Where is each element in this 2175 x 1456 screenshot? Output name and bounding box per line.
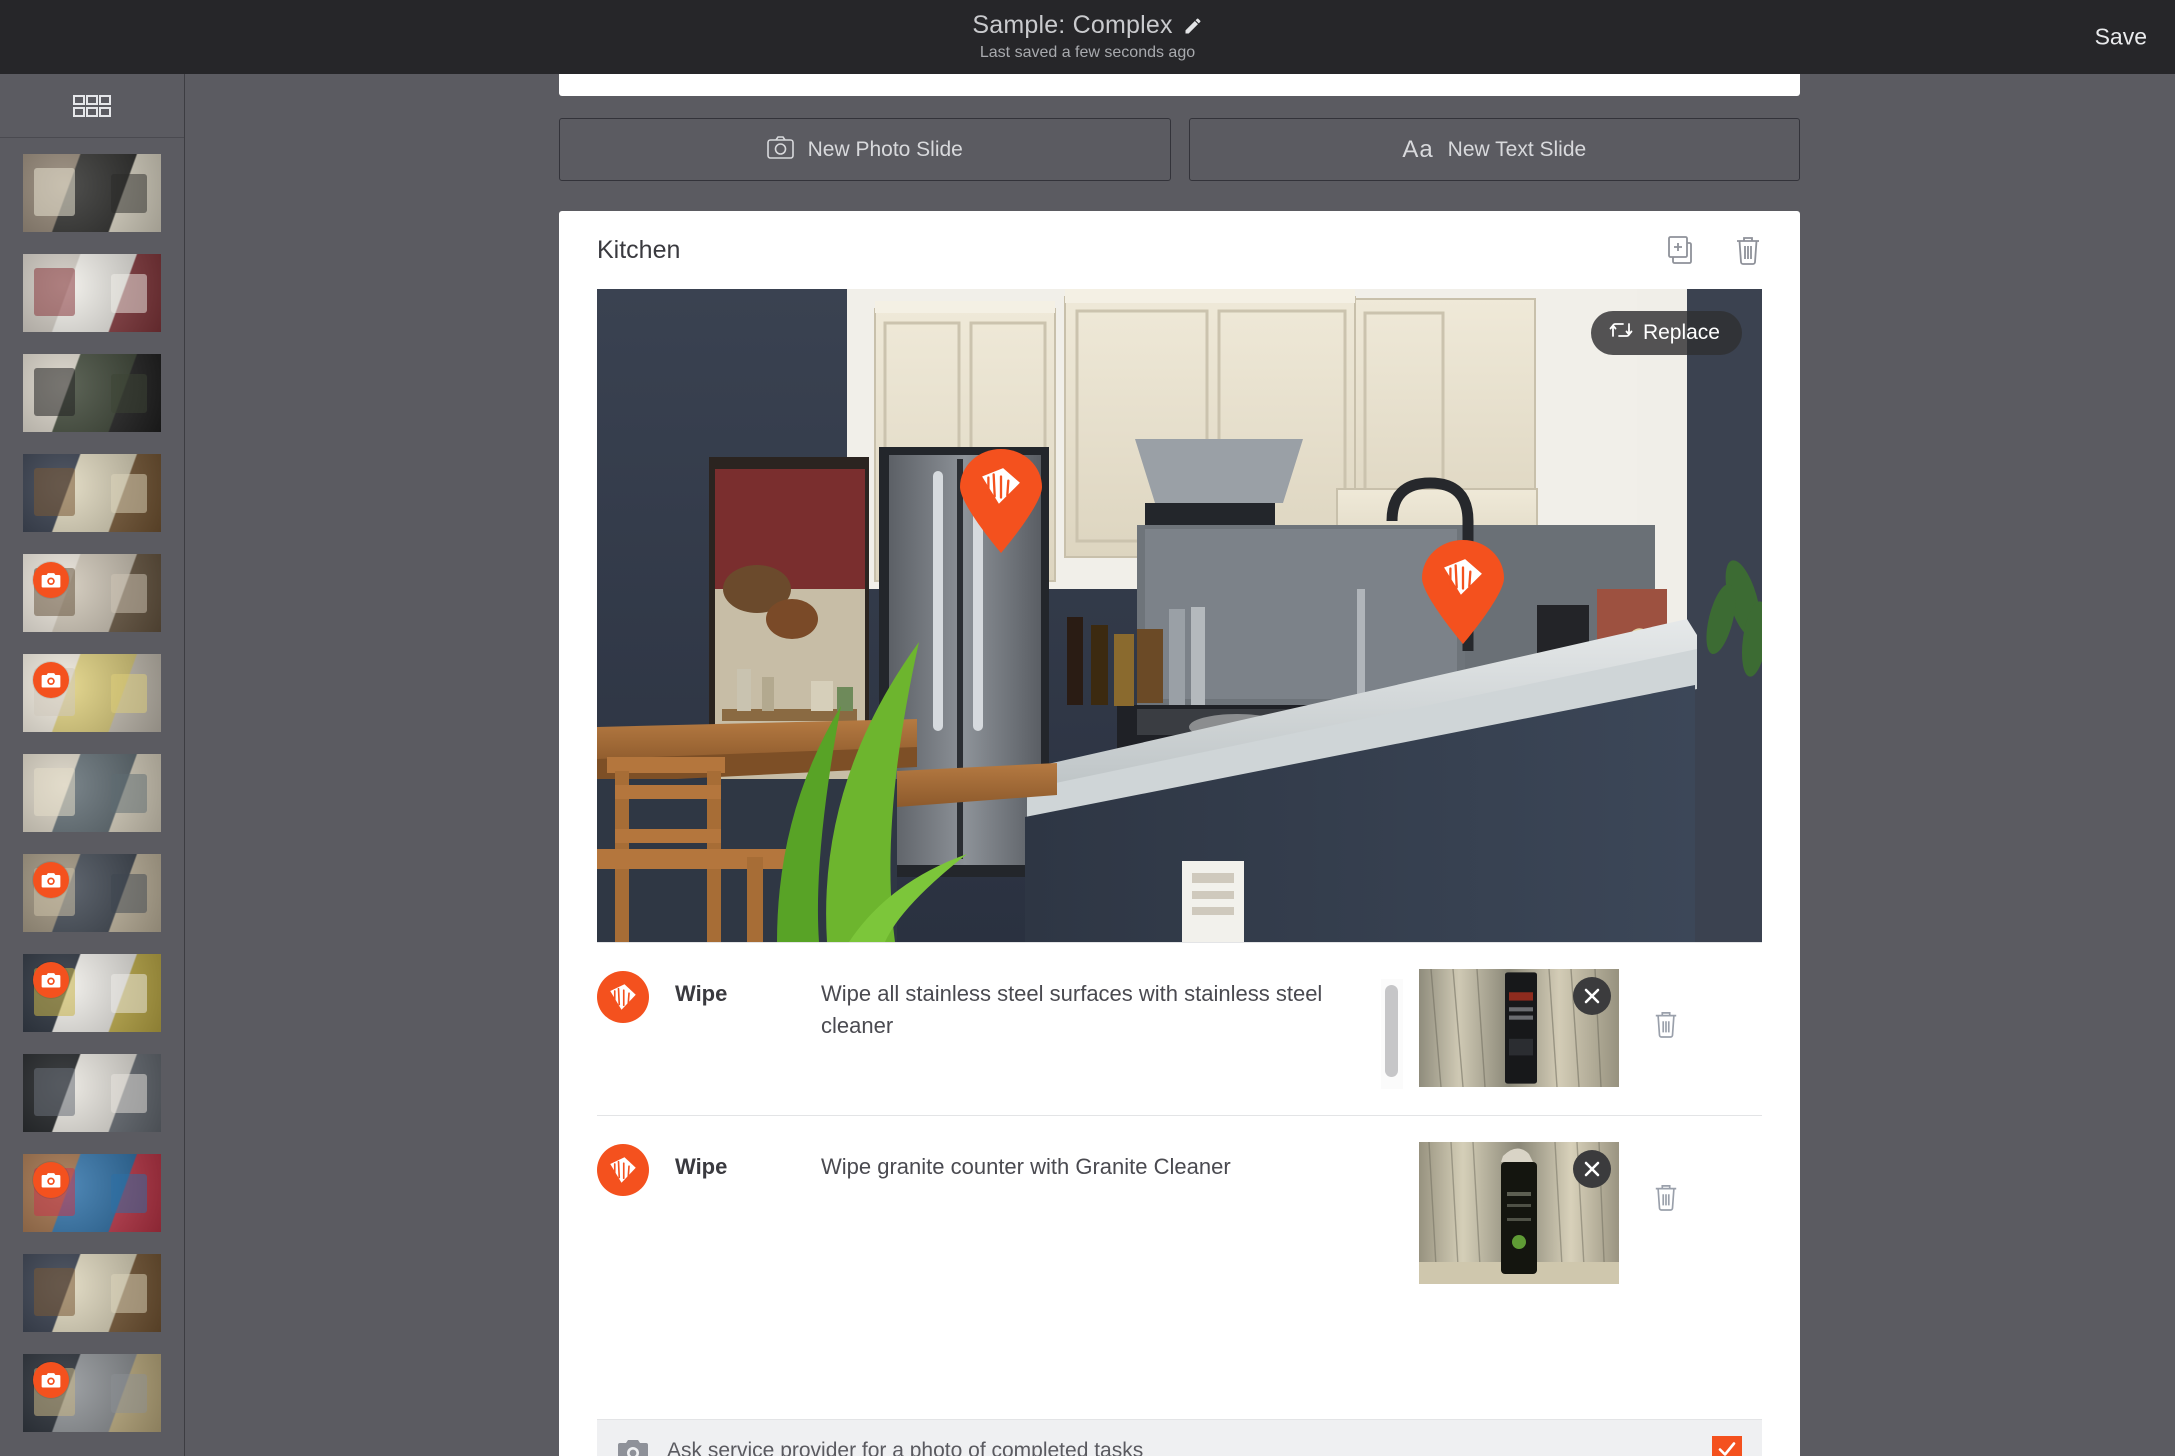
remove-task-photo-button[interactable] xyxy=(1573,1150,1611,1188)
grid-icon[interactable] xyxy=(73,95,111,117)
text-aa-icon: Aa xyxy=(1402,136,1433,164)
camera-badge-icon xyxy=(33,862,69,898)
delete-task-button[interactable] xyxy=(1653,1009,1679,1039)
sidebar-thumbnail-6[interactable] xyxy=(23,754,161,832)
add-slide-icon[interactable] xyxy=(1666,235,1698,265)
thumbnail-list[interactable] xyxy=(0,138,184,1432)
slides-scroll-area[interactable]: New Photo Slide Aa New Text Slide Kitche… xyxy=(185,74,2175,1456)
previous-slide-card-edge xyxy=(559,74,1800,96)
slide-card-header: Kitchen xyxy=(559,211,1800,289)
wipe-icon xyxy=(597,971,649,1023)
sidebar-thumbnail-9[interactable] xyxy=(23,1054,161,1132)
photo-pin-wipe-2[interactable] xyxy=(1422,540,1504,644)
ask-photo-row[interactable]: Ask service provider for a photo of comp… xyxy=(597,1419,1762,1456)
sidebar-thumbnail-2[interactable] xyxy=(23,354,161,432)
camera-icon xyxy=(617,1437,649,1456)
slide-card-actions xyxy=(1666,234,1762,266)
thumbnail-image xyxy=(23,354,161,432)
sidebar-thumbnail-11[interactable] xyxy=(23,1254,161,1332)
new-photo-slide-button[interactable]: New Photo Slide xyxy=(559,118,1171,181)
sidebar-thumbnail-4[interactable] xyxy=(23,554,161,632)
ask-photo-label: Ask service provider for a photo of comp… xyxy=(667,1439,1712,1456)
sidebar-thumbnail-3[interactable] xyxy=(23,454,161,532)
thumbnail-image xyxy=(23,454,161,532)
task-list: WipeWipe all stainless steel surfaces wi… xyxy=(559,942,1800,1310)
thumbnail-image xyxy=(23,1054,161,1132)
sidebar-thumbnail-5[interactable] xyxy=(23,654,161,732)
sidebar-thumbnail-1[interactable] xyxy=(23,254,161,332)
task-row[interactable]: WipeWipe all stainless steel surfaces wi… xyxy=(597,942,1762,1115)
new-text-slide-label: New Text Slide xyxy=(1448,138,1587,162)
task-type-label: Wipe xyxy=(649,1154,821,1180)
pencil-icon[interactable] xyxy=(1183,16,1203,36)
photo-pin-wipe-1[interactable] xyxy=(960,449,1042,553)
checkmark-icon xyxy=(1717,1439,1737,1456)
swap-icon xyxy=(1609,320,1633,346)
sidebar-thumbnail-10[interactable] xyxy=(23,1154,161,1232)
thumbnail-image xyxy=(23,154,161,232)
camera-badge-icon xyxy=(33,1162,69,1198)
task-photo[interactable] xyxy=(1419,1142,1619,1284)
kitchen-photo-illustration xyxy=(597,289,1762,942)
task-type-label: Wipe xyxy=(649,981,821,1007)
title-row: Sample: Complex xyxy=(972,11,1202,40)
slide-thumbnail-sidebar[interactable] xyxy=(0,74,185,1456)
new-text-slide-button[interactable]: Aa New Text Slide xyxy=(1189,118,1801,181)
camera-icon xyxy=(767,135,794,165)
sidebar-thumbnail-12[interactable] xyxy=(23,1354,161,1432)
title-block: Sample: Complex Last saved a few seconds… xyxy=(972,11,1202,62)
page-title: Sample: Complex xyxy=(972,11,1172,40)
sidebar-thumbnail-7[interactable] xyxy=(23,854,161,932)
new-photo-slide-label: New Photo Slide xyxy=(808,138,963,162)
wipe-icon xyxy=(597,1144,649,1196)
sidebar-thumbnail-8[interactable] xyxy=(23,954,161,1032)
task-description[interactable]: Wipe all stainless steel surfaces with s… xyxy=(821,978,1381,1042)
ask-photo-checkbox[interactable] xyxy=(1712,1436,1742,1456)
slide-card: Kitchen xyxy=(559,211,1800,1456)
task-photo[interactable] xyxy=(1419,969,1619,1087)
camera-badge-icon xyxy=(33,962,69,998)
camera-badge-icon xyxy=(33,662,69,698)
sidebar-header xyxy=(0,74,184,138)
delete-slide-icon[interactable] xyxy=(1734,234,1762,266)
save-button[interactable]: Save xyxy=(2095,24,2147,51)
new-slide-buttons: New Photo Slide Aa New Text Slide xyxy=(559,118,1800,181)
slide-photo[interactable]: Replace xyxy=(597,289,1762,942)
camera-badge-icon xyxy=(33,562,69,598)
task-description-scrollbar[interactable] xyxy=(1381,979,1403,1089)
remove-task-photo-button[interactable] xyxy=(1573,977,1611,1015)
task-row[interactable]: WipeWipe granite counter with Granite Cl… xyxy=(597,1115,1762,1310)
thumbnail-image xyxy=(23,754,161,832)
last-saved-status: Last saved a few seconds ago xyxy=(972,44,1202,62)
thumbnail-image xyxy=(23,254,161,332)
replace-label: Replace xyxy=(1643,321,1720,345)
replace-photo-button[interactable]: Replace xyxy=(1591,311,1742,355)
slide-title[interactable]: Kitchen xyxy=(597,236,680,265)
camera-badge-icon xyxy=(33,1362,69,1398)
sidebar-thumbnail-0[interactable] xyxy=(23,154,161,232)
top-bar: Sample: Complex Last saved a few seconds… xyxy=(0,0,2175,74)
task-description[interactable]: Wipe granite counter with Granite Cleane… xyxy=(821,1151,1381,1183)
delete-task-button[interactable] xyxy=(1653,1182,1679,1212)
thumbnail-image xyxy=(23,1254,161,1332)
